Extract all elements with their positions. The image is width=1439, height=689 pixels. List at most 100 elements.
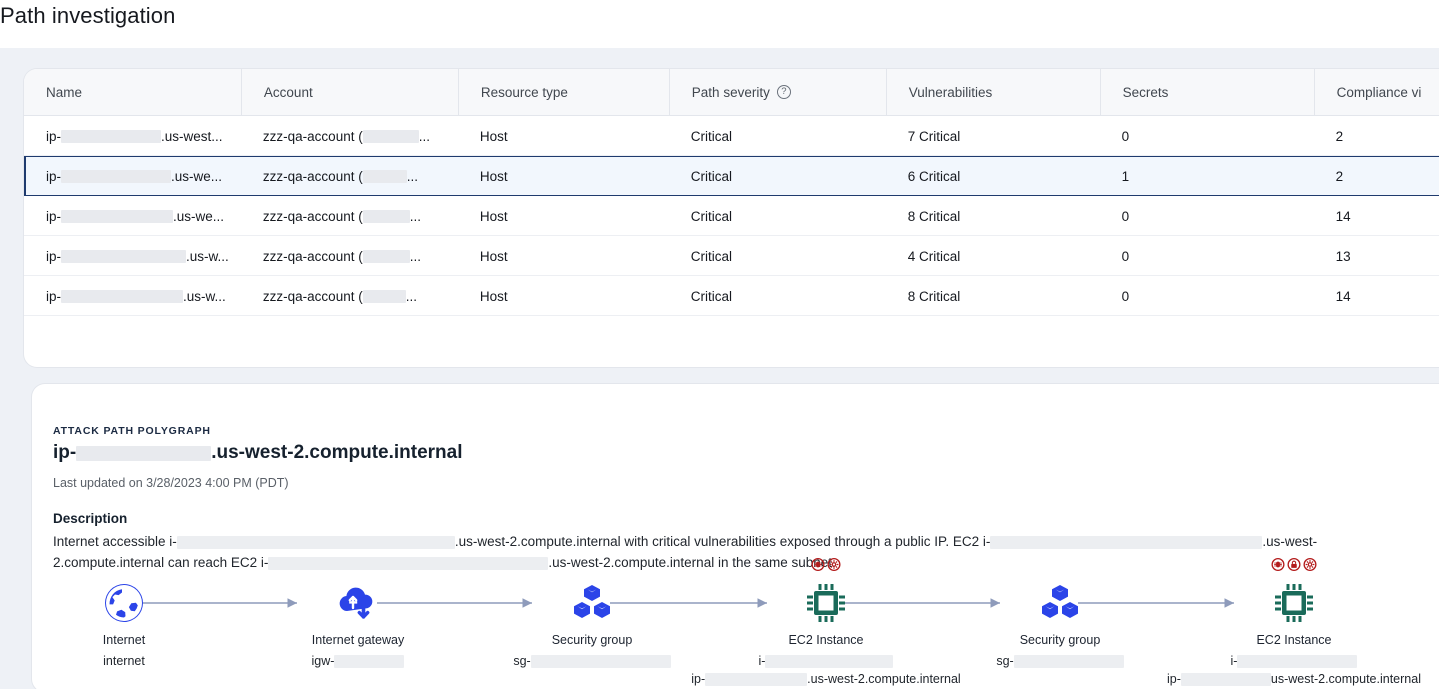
redacted-text: [705, 672, 808, 686]
cell-resource-type: Host: [479, 168, 508, 184]
column-header-label: Compliance vi: [1336, 84, 1422, 100]
table-row[interactable]: ip- .us-west... zzz-qa-account (... Host Cri…: [24, 116, 1439, 156]
sublabel-prefix: internet: [103, 654, 145, 668]
redacted-text: [362, 129, 419, 143]
compliance-badge[interactable]: [827, 558, 841, 576]
redacted-instance-id-3: [268, 556, 549, 570]
cell-name[interactable]: ip- .us-w...: [24, 289, 241, 304]
cell-resource-type: Host: [479, 208, 508, 224]
name-prefix: ip-: [46, 248, 62, 264]
sublabel2-prefix: ip-: [691, 672, 706, 686]
secret-badge[interactable]: [1287, 558, 1301, 576]
compliance-badge[interactable]: [1303, 558, 1317, 576]
graph-node-internet-gateway[interactable]: Internet gateway igw-: [258, 579, 458, 668]
table-row[interactable]: ip- .us-w... zzz-qa-account (... Host Critic…: [24, 236, 1439, 276]
column-header-label: Name: [46, 84, 83, 100]
cell-path-severity: Critical: [690, 248, 733, 264]
sublabel-prefix: i-: [1230, 654, 1238, 668]
table-header-row: Name Account Resource type Path severity? Vu…: [24, 69, 1439, 116]
description-line-2: 2.compute.internal can reach EC2 i- .us-w…: [53, 552, 1439, 573]
cell-compliance-violations: 2: [1335, 128, 1344, 144]
account-suffix: ...: [409, 208, 421, 224]
ec2-instance-icon: [1194, 579, 1394, 627]
cell-secrets: 0: [1121, 208, 1130, 224]
path-investigation-page: Path investigation Name Account Resource t…: [0, 0, 1439, 689]
graph-node-sublabel: i-: [726, 654, 926, 668]
cell-account: zzz-qa-account (...: [241, 169, 458, 184]
redacted-text: [362, 169, 407, 183]
desc-text-1a: Internet accessible i-: [53, 534, 177, 549]
attack-path-title-prefix: ip-: [53, 442, 77, 463]
graph-node-internet[interactable]: Internet internet: [24, 579, 224, 668]
redacted-text: [1013, 654, 1124, 668]
cell-path-severity: Critical: [690, 168, 733, 184]
name-prefix: ip-: [46, 128, 62, 144]
column-header-label: Account: [263, 84, 313, 100]
node-badges: [1271, 558, 1317, 576]
table-body: ip- .us-west... zzz-qa-account (... Host Cri…: [24, 116, 1439, 316]
graph-node-label: Security group: [1019, 633, 1101, 647]
column-header-path-severity[interactable]: Path severity?: [668, 69, 886, 115]
account-prefix: zzz-qa-account (: [262, 248, 363, 264]
graph-node-sublabel: sg-: [492, 654, 692, 668]
column-header-name[interactable]: Name: [24, 69, 241, 115]
redacted-hostname: [76, 445, 212, 461]
column-header-resource-type[interactable]: Resource type: [457, 69, 669, 115]
sublabel2-suffix: .us-west-2.compute.internal: [807, 672, 961, 686]
name-suffix: .us-west...: [161, 128, 223, 144]
column-header-secrets[interactable]: Secrets: [1099, 69, 1314, 115]
column-header-label: Vulnerabilities: [908, 84, 993, 100]
redacted-text: [362, 289, 406, 303]
column-header-label: Resource type: [480, 84, 568, 100]
graph-node-sublabel: sg-: [960, 654, 1160, 668]
cell-secrets: 1: [1121, 168, 1130, 184]
graph-node-security-group[interactable]: Security group sg-: [960, 579, 1160, 668]
cell-resource-type: Host: [479, 288, 508, 304]
vulnerability-badge[interactable]: [1271, 558, 1285, 576]
column-header-vulnerabilities[interactable]: Vulnerabilities: [885, 69, 1100, 115]
security-group-icon: [492, 579, 692, 627]
graph-node-security-group[interactable]: Security group sg-: [492, 579, 692, 668]
account-suffix: ...: [409, 248, 421, 264]
cell-name[interactable]: ip- .us-we...: [24, 169, 241, 184]
cell-resource-type: Host: [479, 248, 508, 264]
cell-name[interactable]: ip- .us-w...: [24, 249, 241, 264]
cell-secrets: 0: [1121, 128, 1130, 144]
desc-text-2a: 2.compute.internal can reach EC2 i-: [53, 555, 269, 570]
column-header-compliance-vi[interactable]: Compliance vi: [1313, 69, 1439, 115]
node-badges: [811, 558, 841, 576]
redacted-text: [61, 209, 174, 223]
last-updated-text: Last updated on 3/28/2023 4:00 PM (PDT): [53, 476, 289, 490]
cell-account: zzz-qa-account (...: [241, 289, 458, 304]
cell-vulnerabilities: 8 Critical: [907, 208, 961, 224]
question-circle-icon[interactable]: ?: [776, 85, 791, 99]
account-suffix: ...: [406, 168, 418, 184]
redacted-text: [334, 654, 405, 668]
column-header-account[interactable]: Account: [240, 69, 458, 115]
redacted-instance-id-1: [176, 535, 455, 549]
table-row[interactable]: ip- .us-we... zzz-qa-account (... Host Criti…: [24, 196, 1439, 236]
graph-node-ec2-instance[interactable]: EC2 Instance i-ip-us-west-2.compute.inter…: [1167, 558, 1421, 686]
account-prefix: zzz-qa-account (: [262, 288, 363, 304]
cell-vulnerabilities: 6 Critical: [907, 168, 961, 184]
name-suffix: .us-we...: [173, 208, 225, 224]
desc-text-2b: .us-west-2.compute.internal in the same …: [548, 555, 836, 570]
globe-icon: [24, 579, 224, 627]
redacted-text: [765, 654, 894, 668]
cell-name[interactable]: ip- .us-west...: [24, 129, 241, 144]
vulnerability-badge[interactable]: [811, 558, 825, 576]
graph-node-ec2-instance[interactable]: EC2 Instance i-ip- .us-west-2.compute.inte…: [691, 558, 961, 686]
graph-node-label: EC2 Instance: [1256, 633, 1332, 647]
account-prefix: zzz-qa-account (: [262, 208, 363, 224]
redacted-text: [362, 209, 410, 223]
table-row[interactable]: ip- .us-we... zzz-qa-account (... Host Criti…: [24, 156, 1439, 196]
cell-compliance-violations: 13: [1335, 248, 1351, 264]
cell-secrets: 0: [1121, 288, 1130, 304]
cell-secrets: 0: [1121, 248, 1130, 264]
cell-name[interactable]: ip- .us-we...: [24, 209, 241, 224]
name-suffix: .us-w...: [186, 248, 229, 264]
table-row[interactable]: ip- .us-w... zzz-qa-account (... Host Critic…: [24, 276, 1439, 316]
cell-compliance-violations: 14: [1335, 288, 1351, 304]
attack-path-graph: Internet internet Internet gateway igw- Se…: [32, 558, 1439, 689]
redacted-text: [61, 249, 187, 263]
